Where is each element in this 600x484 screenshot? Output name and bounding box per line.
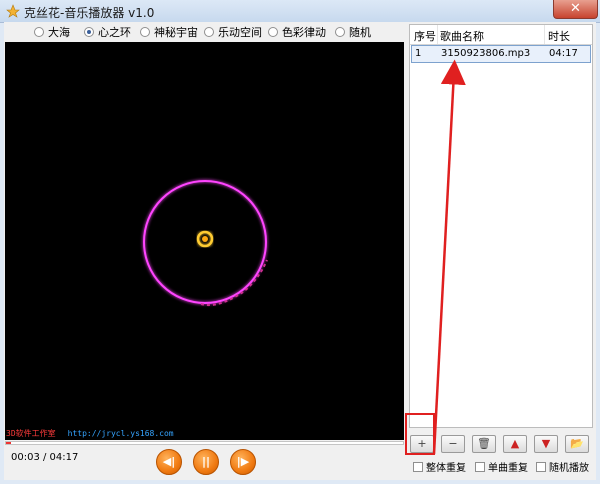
visualizer-graphic — [143, 180, 268, 306]
clear-button[interactable]: 🗑 — [472, 435, 496, 453]
move-down-button[interactable]: ▼ — [534, 435, 558, 453]
folder-icon: 📂 — [570, 437, 584, 450]
client-area: 大海 心之环 神秘宇宙 乐动空间 色彩律动 随机 3D软件工作室 http://j… — [4, 22, 596, 480]
pause-button[interactable]: || — [193, 449, 219, 475]
radio-icon — [268, 27, 278, 37]
prev-button[interactable]: ◀| — [156, 449, 182, 475]
remove-button[interactable]: − — [441, 435, 465, 453]
checkbox-icon — [475, 461, 485, 472]
progress-bar[interactable] — [5, 441, 404, 445]
progress-fill — [6, 442, 11, 444]
open-folder-button[interactable]: 📂 — [565, 435, 589, 453]
visual-mode-selector: 大海 心之环 神秘宇宙 乐动空间 色彩律动 随机 — [4, 22, 404, 42]
row-index: 1 — [415, 48, 422, 59]
close-button[interactable]: ✕ — [553, 0, 598, 19]
checkbox-icon — [413, 461, 423, 472]
studio-url[interactable]: http://jrycl.ys168.com — [68, 429, 174, 438]
app-icon — [6, 4, 20, 18]
time-display: 00:03 / 04:17 — [11, 452, 79, 463]
mode-yuedongkongjian[interactable]: 乐动空间 — [204, 25, 262, 39]
playlist-row[interactable]: 1 3150923806.mp3 04:17 — [411, 45, 591, 63]
brand-text: 3D软件工作室 http://jrycl.ys168.com — [6, 428, 174, 439]
arrow-up-icon: ▲ — [510, 437, 520, 450]
radio-icon — [34, 27, 44, 37]
title-bar: 克丝花-音乐播放器 v1.0 ✕ — [0, 0, 600, 23]
mode-xinzhihuan[interactable]: 心之环 — [84, 25, 131, 39]
mode-secailvdong[interactable]: 色彩律动 — [268, 25, 326, 39]
random-play-checkbox[interactable]: 随机播放 — [536, 459, 589, 474]
column-header-name[interactable]: 歌曲名称 — [440, 28, 484, 44]
mode-shenmiyuzhou[interactable]: 神秘宇宙 — [140, 25, 198, 39]
plus-icon: + — [417, 437, 427, 450]
playlist-header: 序号 歌曲名称 时长 — [410, 25, 592, 45]
radio-icon — [204, 27, 214, 37]
window-title: 克丝花-音乐播放器 v1.0 — [24, 6, 155, 20]
arrow-down-icon: ▼ — [541, 437, 551, 450]
core-center — [202, 236, 208, 242]
mode-suiji[interactable]: 随机 — [335, 25, 371, 39]
column-header-duration[interactable]: 时长 — [548, 28, 570, 44]
ring-trail — [200, 259, 268, 306]
radio-icon — [140, 27, 150, 37]
next-icon: |▶ — [236, 455, 250, 468]
prev-icon: ◀| — [162, 455, 176, 468]
checkbox-icon — [536, 461, 546, 472]
radio-selected-icon — [84, 27, 94, 37]
radio-icon — [335, 27, 345, 37]
playlist-table: 序号 歌曲名称 时长 1 3150923806.mp3 04:17 — [409, 24, 593, 428]
studio-name: 3D软件工作室 — [6, 429, 56, 438]
pause-icon: || — [201, 455, 211, 468]
trash-icon: 🗑 — [477, 437, 491, 450]
add-button[interactable]: + — [410, 435, 434, 453]
mode-dahai[interactable]: 大海 — [34, 25, 70, 39]
whole-repeat-checkbox[interactable]: 整体重复 — [413, 459, 466, 474]
row-name: 3150923806.mp3 — [441, 48, 531, 59]
single-repeat-checkbox[interactable]: 单曲重复 — [475, 459, 528, 474]
row-duration: 04:17 — [549, 48, 578, 59]
column-header-index[interactable]: 序号 — [414, 28, 436, 44]
next-button[interactable]: |▶ — [230, 449, 256, 475]
column-divider — [437, 25, 438, 44]
visualizer-canvas — [5, 42, 404, 440]
minus-icon: − — [448, 437, 458, 450]
column-divider — [544, 25, 545, 44]
move-up-button[interactable]: ▲ — [503, 435, 527, 453]
